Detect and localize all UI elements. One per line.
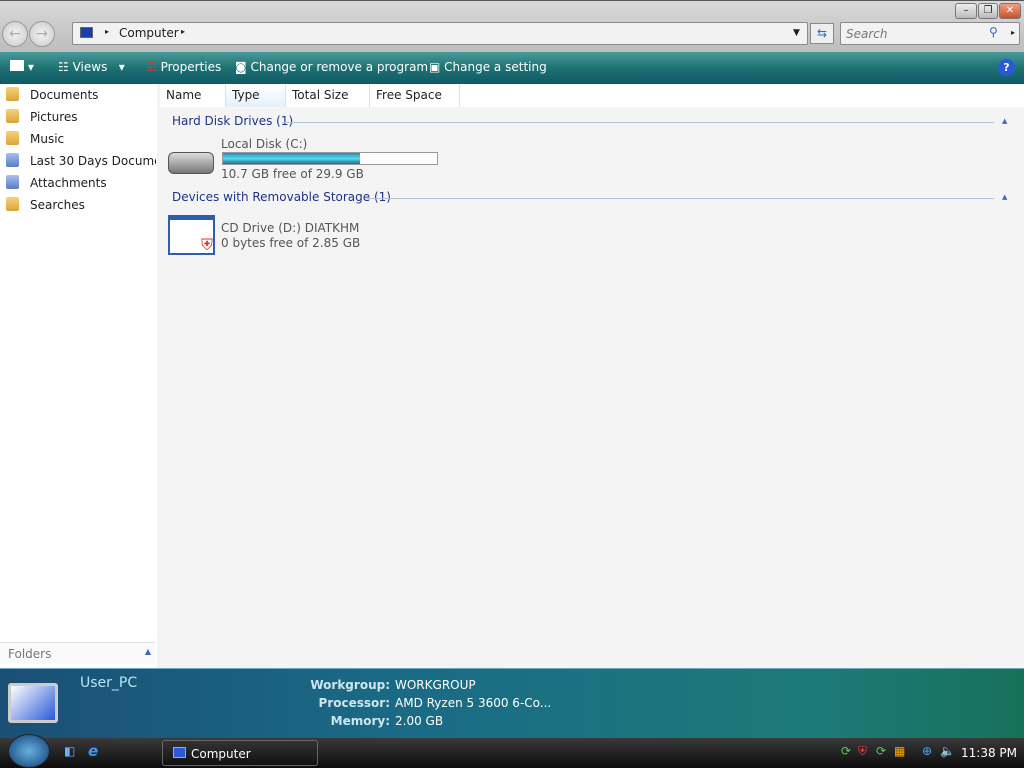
column-total-size[interactable]: Total Size — [286, 84, 370, 107]
change-remove-program-button[interactable]: ◙ Change or remove a program — [235, 60, 428, 74]
processor-value: AMD Ryzen 5 3600 6-Co... — [395, 696, 552, 710]
column-filler — [460, 84, 1024, 107]
details-pane: User_PC Workgroup: WORKGROUP Processor: … — [0, 668, 1024, 738]
collapse-icon[interactable]: ▲ — [1002, 193, 1007, 201]
close-button[interactable]: ✕ — [999, 3, 1021, 19]
taskbar-item-label: Computer — [191, 747, 251, 761]
sidebar-label: Last 30 Days Documents — [30, 154, 156, 168]
change-remove-label: Change or remove a program — [250, 60, 429, 74]
group-divider — [366, 198, 994, 199]
search-folder-icon — [6, 153, 19, 167]
pictures-folder-icon — [6, 109, 19, 123]
search-input[interactable]: Search ⚲ ▸ — [840, 22, 1020, 45]
computer-icon — [8, 683, 58, 723]
disk-usage-bar — [222, 152, 438, 165]
show-desktop-icon[interactable]: ◧ — [64, 744, 75, 758]
collapse-icon[interactable]: ▲ — [1002, 117, 1007, 125]
processor-label: Processor: — [318, 696, 390, 710]
sidebar-label: Music — [30, 132, 65, 146]
security-shield-icon[interactable]: ⛨ — [858, 744, 867, 759]
group-divider — [282, 122, 994, 123]
properties-button[interactable]: ☑ Properties — [146, 60, 221, 74]
sidebar-item-documents[interactable]: Documents — [6, 86, 156, 104]
change-setting-label: Change a setting — [444, 60, 547, 74]
local-disk-free: 10.7 GB free of 29.9 GB — [221, 167, 364, 181]
searches-folder-icon — [6, 197, 19, 211]
views-icon: ☷ — [58, 60, 69, 74]
file-list: Name Type Total Size Free Space Hard Dis… — [160, 84, 1024, 668]
layout-icon — [10, 60, 24, 71]
breadcrumb-computer[interactable]: Computer — [119, 26, 179, 40]
search-icon[interactable]: ⚲ — [989, 25, 998, 39]
restore-button[interactable]: ❐ — [978, 3, 998, 19]
breadcrumb-separator-icon: ▸ — [105, 27, 110, 36]
sidebar-label: Searches — [30, 198, 85, 212]
help-button[interactable]: ? — [998, 59, 1015, 76]
computer-icon — [173, 747, 186, 758]
sidebar-label: Pictures — [30, 110, 78, 124]
clock[interactable]: 11:38 PM — [961, 746, 1017, 760]
update-icon[interactable]: ⟳ — [876, 744, 886, 758]
chevron-up-icon: ▲ — [144, 647, 151, 656]
search-folder-icon — [6, 175, 19, 189]
group-header-removable[interactable]: Devices with Removable Storage (1) — [172, 190, 391, 204]
search-placeholder: Search — [846, 27, 888, 41]
sidebar-item-music[interactable]: Music — [6, 130, 156, 148]
chevron-right-icon[interactable]: ▸ — [1011, 28, 1015, 37]
organize-button[interactable]: ▾ — [10, 60, 34, 74]
title-bar: – ❐ ✕ ← → ▸ Computer ▸ ▼ ⇆ Search ⚲ ▸ — [0, 0, 1024, 52]
volume-icon[interactable]: 🔈 — [940, 744, 955, 758]
program-icon: ◙ — [235, 60, 247, 74]
internet-explorer-icon[interactable]: e — [88, 742, 98, 760]
views-button[interactable]: ☷ Views ▾ — [58, 60, 125, 74]
sidebar-item-attachments[interactable]: Attachments — [6, 174, 156, 192]
cd-drive-icon: ⛨ — [168, 215, 215, 255]
properties-icon: ☑ — [146, 60, 157, 74]
change-setting-button[interactable]: ▣ Change a setting — [429, 60, 547, 74]
shield-icon: ⛨ — [200, 235, 213, 254]
address-bar[interactable]: ▸ Computer ▸ ▼ — [72, 22, 808, 45]
navigation-pane: Documents Pictures Music Last 30 Days Do… — [0, 84, 157, 668]
computer-icon — [80, 27, 93, 38]
workgroup-value: WORKGROUP — [395, 678, 476, 692]
group-header-hard-disk[interactable]: Hard Disk Drives (1) — [172, 114, 293, 128]
taskbar: ◧ e Computer ⟳ ⛨ ⟳ ▦ ⊕ 🔈 11:38 PM — [0, 734, 1024, 768]
folders-label: Folders — [8, 647, 52, 661]
workgroup-label: Workgroup: — [310, 678, 390, 692]
network-icon[interactable]: ⊕ — [922, 744, 932, 758]
sidebar-label: Documents — [30, 88, 99, 102]
sidebar-label: Attachments — [30, 176, 107, 190]
disk-usage-fill — [223, 153, 360, 164]
start-button[interactable] — [8, 734, 50, 768]
back-button[interactable]: ← — [2, 21, 28, 47]
sidebar-item-last-30-days[interactable]: Last 30 Days Documents — [6, 152, 156, 170]
column-name[interactable]: Name — [160, 84, 226, 107]
memory-value: 2.00 GB — [395, 714, 444, 728]
memory-label: Memory: — [330, 714, 390, 728]
breadcrumb-chevron-icon[interactable]: ▸ — [181, 27, 185, 36]
control-panel-icon: ▣ — [429, 60, 441, 74]
column-free-space[interactable]: Free Space — [370, 84, 460, 107]
taskbar-item-computer[interactable]: Computer — [162, 740, 318, 766]
refresh-button[interactable]: ⇆ — [810, 23, 834, 44]
command-bar: ▾ ☷ Views ▾ ☑ Properties ◙ Change or rem… — [0, 52, 1024, 84]
sidebar-item-pictures[interactable]: Pictures — [6, 108, 156, 126]
music-folder-icon — [6, 131, 19, 145]
cd-drive-name[interactable]: CD Drive (D:) DIATKHM — [221, 221, 359, 235]
hard-drive-icon — [168, 152, 214, 174]
security-center-icon[interactable]: ▦ — [894, 744, 905, 758]
dropdown-arrow-icon[interactable]: ▼ — [793, 28, 800, 38]
sidebar-item-searches[interactable]: Searches — [6, 196, 156, 214]
properties-label: Properties — [160, 60, 222, 74]
documents-folder-icon — [6, 87, 19, 101]
sync-icon[interactable]: ⟳ — [841, 744, 851, 758]
cd-drive-free: 0 bytes free of 2.85 GB — [221, 236, 361, 250]
local-disk-name[interactable]: Local Disk (C:) — [221, 137, 307, 151]
computer-name: User_PC — [80, 675, 138, 691]
minimize-button[interactable]: – — [955, 3, 977, 19]
column-type[interactable]: Type — [226, 84, 286, 107]
forward-button[interactable]: → — [29, 21, 55, 47]
views-label: Views — [72, 60, 108, 74]
folders-toggle[interactable]: Folders ▲ — [0, 642, 155, 664]
